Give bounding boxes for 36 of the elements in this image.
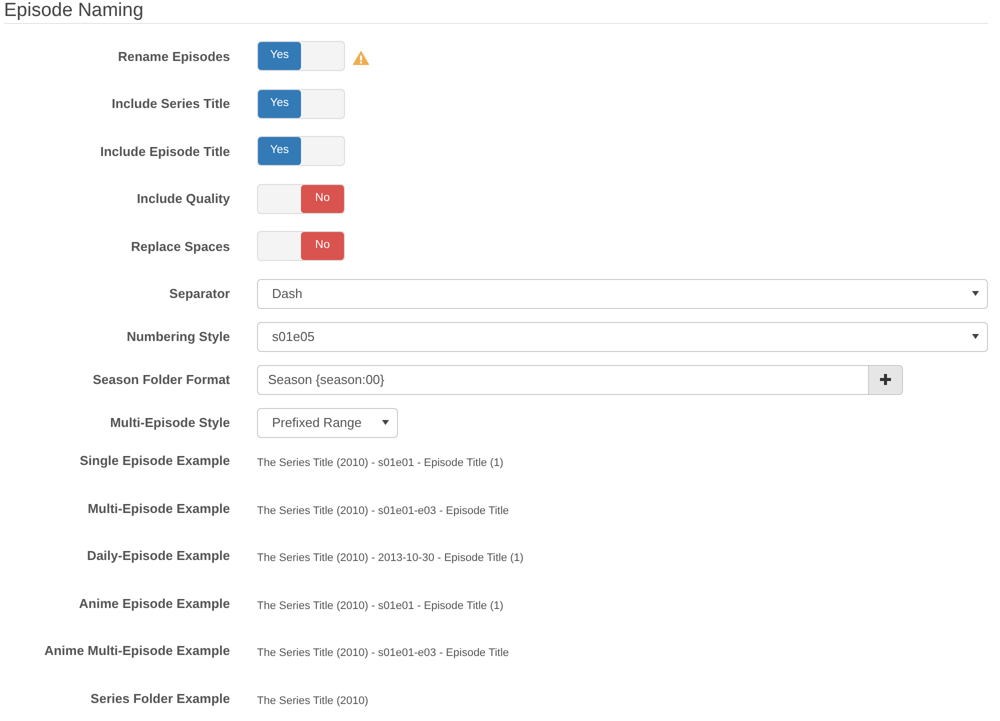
text-field[interactable]: Season {season:00} — [257, 364, 869, 394]
select-field[interactable]: Dash — [257, 278, 988, 308]
select-field[interactable]: Prefixed Range — [257, 408, 398, 438]
toggle-switch[interactable]: No — [257, 231, 345, 261]
field-label: Multi-Episode Style — [109, 415, 230, 430]
section-title: Episode Naming — [4, 0, 988, 24]
plus-icon — [880, 374, 891, 385]
example-text: The Series Title (2010) - s01e01-e03 - Episode Title — [257, 646, 509, 659]
toggle-switch[interactable]: Yes — [257, 41, 345, 71]
field-label: Include Quality — [136, 191, 230, 206]
field-label: Anime Multi-Episode Example — [43, 643, 230, 658]
field-label: Replace Spaces — [130, 238, 230, 254]
caret-icon — [382, 420, 389, 425]
field-label: Single Episode Example — [78, 453, 230, 468]
toggle-switch[interactable]: No — [257, 184, 345, 214]
example-text: The Series Title (2010) - s01e01 - Episode Title (1) — [257, 598, 504, 612]
field-label: Include Series Title — [110, 96, 230, 111]
field-label: Rename Episodes — [117, 48, 230, 64]
toggle-switch[interactable]: Yes — [257, 88, 345, 118]
toggle-switch[interactable]: Yes — [257, 136, 345, 166]
select-field[interactable]: s01e05 — [257, 322, 988, 352]
field-label: Include Episode Title — [99, 144, 230, 158]
add-button[interactable] — [869, 364, 903, 394]
example-text: The Series Title (2010) — [257, 694, 368, 706]
caret-icon — [972, 334, 979, 339]
field-label: Anime Episode Example — [78, 596, 230, 610]
field-label: Season Folder Format — [92, 372, 230, 387]
field-label: Daily-Episode Example — [86, 548, 230, 563]
field-label: Series Folder Example — [90, 690, 230, 706]
example-text: The Series Title (2010) - s01e01 - Episode Title (1) — [257, 456, 504, 469]
field-label: Numbering Style — [126, 329, 230, 344]
field-label: Multi-Episode Example — [86, 500, 230, 516]
field-label: Separator — [168, 286, 230, 301]
example-text: The Series Title (2010) - 2013-10-30 - Episode Title (1) — [257, 551, 524, 564]
example-text: The Series Title (2010) - s01e01-e03 - Episode Title — [257, 504, 509, 516]
caret-icon — [972, 291, 979, 296]
